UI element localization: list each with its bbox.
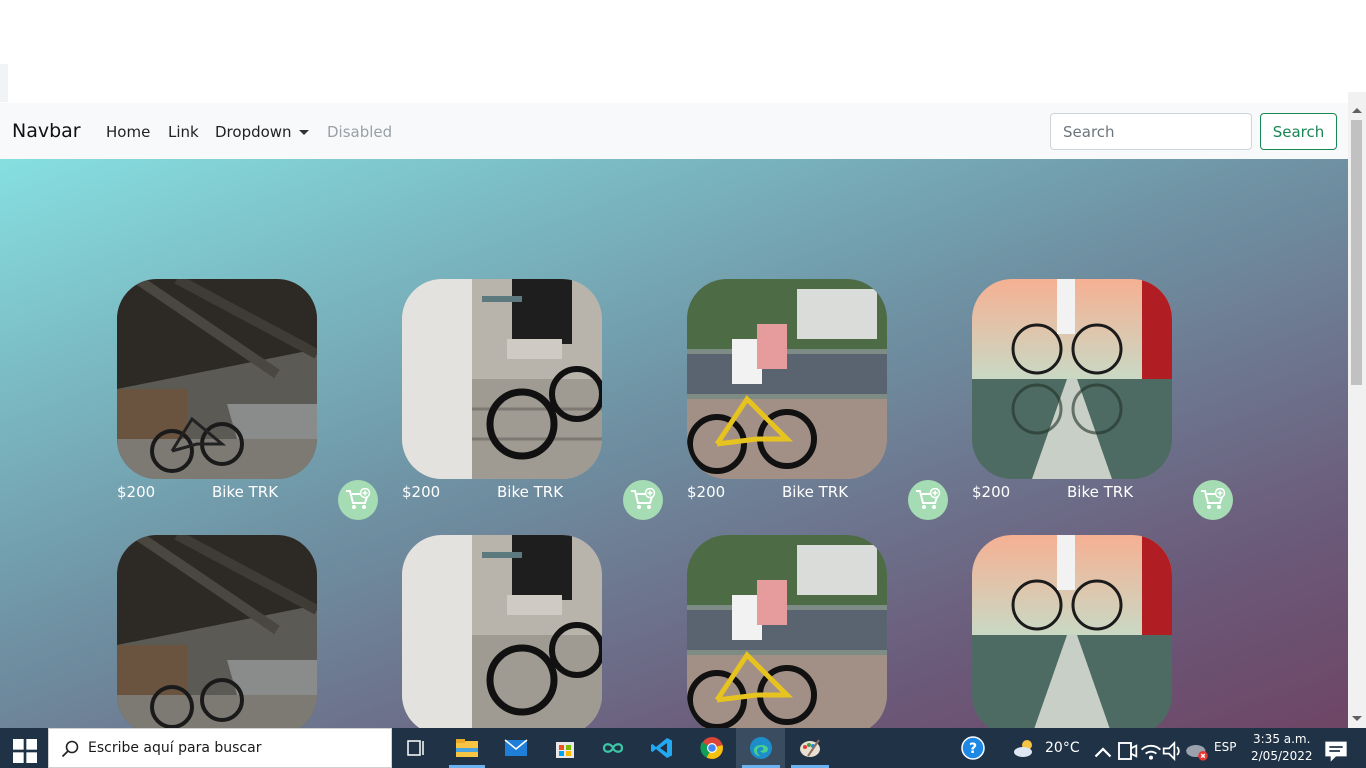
product-price: $200: [402, 483, 441, 501]
product-name: Bike TRK: [782, 483, 849, 501]
nav-dropdown[interactable]: Dropdown: [215, 123, 309, 141]
product-photo[interactable]: [687, 279, 887, 479]
chevron-up-icon[interactable]: [1091, 740, 1115, 764]
cart-plus-icon: [1201, 488, 1226, 509]
microsoft-store-icon[interactable]: [553, 736, 577, 760]
product-name: Bike TRK: [212, 483, 279, 501]
search-icon: [61, 740, 79, 758]
caret-down-icon: [298, 130, 309, 135]
nav-link[interactable]: Link: [168, 123, 199, 141]
product-photo[interactable]: [402, 279, 602, 479]
task-view-icon[interactable]: [405, 736, 429, 760]
navbar: Navbar Home Link Dropdown Disabled Searc…: [0, 103, 1348, 159]
cart-plus-icon: [631, 488, 656, 509]
volume-icon[interactable]: [1161, 739, 1185, 763]
product-name: Bike TRK: [497, 483, 564, 501]
product-photo[interactable]: [402, 535, 602, 728]
weather-cloud-sun-icon[interactable]: [1013, 736, 1037, 760]
add-to-cart-button[interactable]: [338, 480, 378, 520]
mail-icon[interactable]: [504, 736, 528, 760]
product-photo[interactable]: [972, 535, 1172, 728]
paint-app-icon[interactable]: [798, 736, 822, 760]
meet-now-icon[interactable]: [1115, 739, 1139, 763]
product-price: $200: [972, 483, 1011, 501]
product-name: Bike TRK: [1067, 483, 1134, 501]
chrome-icon[interactable]: [700, 736, 724, 760]
add-to-cart-button[interactable]: [1193, 480, 1233, 520]
wifi-icon[interactable]: [1139, 739, 1163, 763]
scroll-down-arrow-icon[interactable]: [1352, 716, 1362, 721]
clock-time[interactable]: 3:35 a.m.: [1253, 732, 1310, 746]
add-to-cart-button[interactable]: [623, 480, 663, 520]
product-photo[interactable]: [117, 279, 317, 479]
language-indicator[interactable]: ESP: [1214, 740, 1236, 754]
notifications-icon[interactable]: [1324, 739, 1348, 763]
scroll-up-arrow-icon[interactable]: [1352, 108, 1362, 113]
search-button[interactable]: Search: [1260, 113, 1337, 150]
clock-date[interactable]: 2/05/2022: [1251, 749, 1313, 763]
add-to-cart-button[interactable]: [908, 480, 948, 520]
product-gallery: $200 Bike TRK $200 Bike TRK $200 Bike TR…: [0, 159, 1348, 728]
product-price: $200: [117, 483, 156, 501]
search-input[interactable]: [1050, 113, 1252, 150]
windows-taskbar: Escribe aquí para buscar ? 20°C ESP 3:35…: [0, 728, 1366, 768]
windows-start-icon[interactable]: [13, 739, 37, 763]
product-photo[interactable]: [972, 279, 1172, 479]
page-edge: [0, 64, 8, 102]
help-icon[interactable]: ?: [961, 736, 985, 760]
infinity-app-icon[interactable]: [601, 736, 625, 760]
nav-disabled: Disabled: [327, 123, 393, 141]
nav-home[interactable]: Home: [106, 123, 150, 141]
vertical-scrollbar[interactable]: [1348, 92, 1366, 728]
cloud-sync-error-icon[interactable]: [1185, 739, 1209, 763]
weather-temperature[interactable]: 20°C: [1045, 740, 1080, 756]
browser-blank-area: [0, 0, 1366, 103]
vscode-icon[interactable]: [650, 736, 674, 760]
edge-icon[interactable]: [749, 736, 773, 760]
scrollbar-thumb[interactable]: [1351, 120, 1362, 385]
product-photo[interactable]: [687, 535, 887, 728]
svg-text:?: ?: [969, 741, 977, 757]
cart-plus-icon: [916, 488, 941, 509]
navbar-brand[interactable]: Navbar: [12, 120, 81, 142]
cart-plus-icon: [346, 488, 371, 509]
nav-dropdown-label: Dropdown: [215, 123, 292, 141]
taskbar-search-box[interactable]: Escribe aquí para buscar: [48, 728, 392, 768]
product-photo[interactable]: [117, 535, 317, 728]
product-price: $200: [687, 483, 726, 501]
file-explorer-icon[interactable]: [455, 736, 479, 760]
taskbar-search-placeholder: Escribe aquí para buscar: [88, 740, 262, 756]
